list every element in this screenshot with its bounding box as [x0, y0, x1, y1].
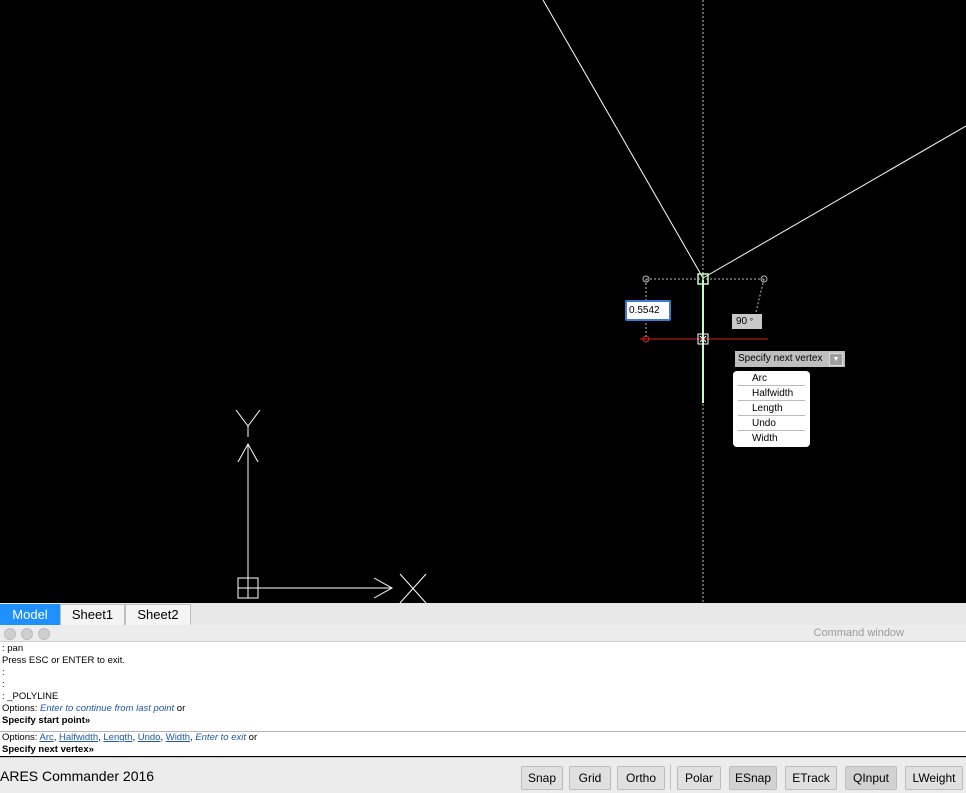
history-line: Press ESC or ENTER to exit. [2, 655, 126, 666]
history-line: : pan [2, 643, 24, 654]
menu-item-halfwidth[interactable]: Halfwidth [733, 386, 810, 401]
layout-tabs: Model Sheet1 Sheet2 [0, 603, 966, 626]
current-prompt: Specify next vertex» [2, 744, 94, 755]
menu-item-arc[interactable]: Arc [733, 371, 810, 386]
option-halfwidth[interactable]: Halfwidth [59, 732, 98, 743]
tab-sheet2[interactable]: Sheet2 [125, 604, 191, 625]
angle-value: 90 [736, 316, 748, 327]
angle-unit: ° [749, 317, 754, 326]
minimize-icon[interactable] [21, 628, 33, 640]
prompt-label: Specify next vertex [738, 353, 823, 364]
grid-button[interactable]: Grid [569, 766, 611, 790]
status-bar: ARES Commander 2016 Snap Grid Ortho Pola… [0, 757, 966, 793]
snap-button[interactable]: Snap [521, 766, 563, 790]
dim-angle-line [755, 278, 765, 313]
lweight-button[interactable]: LWeight [905, 766, 963, 790]
option-enter-exit[interactable]: Enter to exit [195, 732, 246, 743]
option-arc[interactable]: Arc [40, 732, 54, 743]
close-icon[interactable] [4, 628, 16, 640]
history-line: : [2, 667, 5, 678]
history-option-link[interactable]: Enter to continue from last point [40, 703, 174, 714]
options-menu: Arc Halfwidth Length Undo Width [733, 371, 810, 447]
option-width[interactable]: Width [166, 732, 190, 743]
options-suffix: or [246, 732, 258, 743]
dynamic-angle-field[interactable]: 90 ° [732, 314, 762, 329]
option-undo[interactable]: Undo [138, 732, 161, 743]
app-title: ARES Commander 2016 [0, 768, 155, 784]
history-line: Options: Enter to continue from last poi… [2, 703, 185, 714]
maximize-icon[interactable] [38, 628, 50, 640]
esnap-button[interactable]: ESnap [729, 766, 777, 790]
history-line: : _POLYLINE [2, 691, 59, 702]
chevron-down-icon[interactable]: ▼ [829, 353, 843, 366]
drawing-svg[interactable] [0, 0, 966, 603]
tab-sheet1[interactable]: Sheet1 [60, 604, 125, 625]
polyline-segment-left [542, 0, 704, 279]
etrack-button[interactable]: ETrack [785, 766, 837, 790]
menu-item-undo[interactable]: Undo [733, 416, 810, 431]
history-options-prefix: Options: [2, 703, 41, 714]
tab-model[interactable]: Model [0, 604, 60, 625]
ucs-icon [235, 409, 427, 603]
command-input-area[interactable]: Options: Arc, Halfwidth, Length, Undo, W… [0, 732, 966, 756]
qinput-button[interactable]: QInput [845, 766, 897, 790]
history-options-suffix: or [174, 703, 186, 714]
current-options-line: Options: Arc, Halfwidth, Length, Undo, W… [2, 732, 257, 743]
menu-item-length[interactable]: Length [733, 401, 810, 416]
polar-button[interactable]: Polar [677, 766, 721, 790]
history-line: Specify start point» [2, 715, 91, 726]
command-history: : pan Press ESC or ENTER to exit. : : : … [0, 642, 966, 732]
divider [670, 764, 671, 790]
options-prefix: Options: [2, 732, 40, 743]
option-length[interactable]: Length [103, 732, 132, 743]
command-prompt-tooltip: Specify next vertex ▼ [735, 351, 845, 367]
command-window-title: Command window [813, 627, 904, 639]
command-window-header: Command window [0, 625, 966, 642]
dynamic-length-input[interactable]: 0.5542 [625, 300, 671, 321]
menu-item-width[interactable]: Width [733, 431, 810, 446]
polyline-segment-right [702, 125, 966, 279]
history-line: : [2, 679, 5, 690]
ortho-button[interactable]: Ortho [617, 766, 665, 790]
drawing-canvas[interactable]: 0.5542 90 ° Specify next vertex ▼ Arc Ha… [0, 0, 966, 603]
